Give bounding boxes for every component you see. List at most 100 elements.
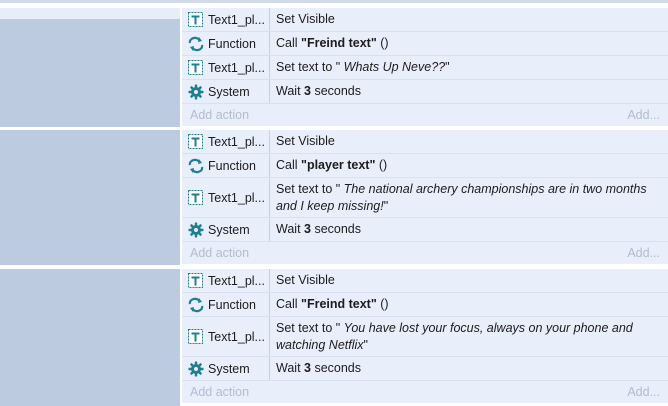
action-text-content: Set text to " The national archery champ…	[276, 181, 662, 215]
action-text-segment: Set text to "	[276, 320, 344, 335]
event-actions: Text1_pl... Set Visible Function Call "p…	[182, 130, 668, 264]
action-row[interactable]: Function Call "Freind text" ()	[182, 293, 668, 317]
event-condition-area[interactable]	[0, 8, 180, 127]
action-text-content: Set Visible	[276, 272, 335, 289]
action-text-content: Set Visible	[276, 133, 335, 150]
action-param-bold: 3	[304, 222, 311, 236]
action-object: Text1_pl...	[182, 8, 270, 31]
action-text-content: Call "Freind text" ()	[276, 35, 389, 52]
text-object-icon	[187, 133, 204, 150]
event-block-2: Text1_pl... Set Visible Function Call "p…	[0, 130, 668, 265]
system-gear-icon	[187, 360, 204, 377]
event-block-1: Text1_pl... Set Visible Function Call "F…	[0, 8, 668, 127]
action-text-segment: Call	[276, 297, 302, 311]
action-object: System	[182, 357, 270, 380]
action-text-content: Set text to " You have lost your focus, …	[276, 320, 662, 354]
action-text-segment: Set text to "	[276, 60, 344, 74]
action-row[interactable]: Function Call "player text" ()	[182, 154, 668, 178]
action-param-bold: "player text"	[301, 158, 376, 172]
action-text-segment: Wait	[276, 84, 305, 98]
action-object-name: Function	[208, 297, 256, 312]
function-icon	[187, 35, 204, 52]
action-row[interactable]: Text1_pl... Set text to " The national a…	[182, 178, 668, 218]
action-text-segment: Set Visible	[276, 273, 335, 287]
action-object: Function	[182, 32, 270, 55]
add-action-row: Add action Add...	[182, 242, 668, 264]
text-object-icon	[187, 328, 204, 345]
add-action-link[interactable]: Add action	[190, 385, 249, 399]
action-text-content: Call "Freind text" ()	[276, 296, 389, 313]
action-row[interactable]: Text1_pl... Set Visible	[182, 269, 668, 293]
text-object-icon	[187, 59, 204, 76]
action-object-name: Text1_pl...	[208, 329, 265, 344]
action-object: Text1_pl...	[182, 269, 270, 292]
action-row[interactable]: Text1_pl... Set text to " Whats Up Neve?…	[182, 56, 668, 80]
action-object: System	[182, 80, 270, 103]
action-object: Text1_pl...	[182, 317, 270, 356]
text-object-icon	[187, 11, 204, 28]
action-text: Set text to " The national archery champ…	[270, 178, 668, 217]
action-row[interactable]: Text1_pl... Set Visible	[182, 8, 668, 32]
action-object: Function	[182, 293, 270, 316]
action-text: Set Visible	[270, 269, 668, 292]
event-condition-area[interactable]	[0, 130, 180, 265]
text-object-icon	[187, 272, 204, 289]
event-block-3: Text1_pl... Set Visible Function Call "F…	[0, 269, 668, 406]
action-object: Text1_pl...	[182, 56, 270, 79]
action-object-name: System	[208, 361, 250, 376]
action-object-name: Text1_pl...	[208, 12, 265, 27]
action-param-bold: 3	[304, 84, 311, 98]
action-row[interactable]: System Wait 3 seconds	[182, 80, 668, 104]
top-divider	[0, 0, 668, 3]
add-more-link[interactable]: Add...	[627, 108, 660, 122]
action-text: Call "Freind text" ()	[270, 32, 668, 55]
action-text-segment: Wait	[276, 361, 305, 375]
action-param-italic: Whats Up Neve??	[343, 60, 446, 74]
action-text: Call "Freind text" ()	[270, 293, 668, 316]
action-text: Set text to " You have lost your focus, …	[270, 317, 668, 356]
action-text-content: Wait 3 seconds	[276, 360, 361, 377]
action-text-segment: "	[363, 337, 368, 352]
action-text-segment: seconds	[310, 222, 361, 236]
action-object-name: Text1_pl...	[208, 190, 265, 205]
action-text: Set text to " Whats Up Neve??"	[270, 56, 668, 79]
action-row[interactable]: Function Call "Freind text" ()	[182, 32, 668, 56]
action-row[interactable]: Text1_pl... Set Visible	[182, 130, 668, 154]
add-more-link[interactable]: Add...	[627, 246, 660, 260]
action-text-segment: "	[383, 198, 389, 213]
add-more-link[interactable]: Add...	[627, 385, 660, 399]
action-object-name: System	[208, 222, 250, 237]
action-text-segment: Set Visible	[276, 12, 335, 26]
condition-highlight	[0, 8, 180, 19]
action-text-segment: ()	[376, 36, 389, 50]
action-object: Text1_pl...	[182, 178, 270, 217]
action-text-segment: ()	[376, 297, 389, 311]
add-action-link[interactable]: Add action	[190, 246, 249, 260]
add-action-link[interactable]: Add action	[190, 108, 249, 122]
action-text: Wait 3 seconds	[270, 80, 668, 103]
action-object: Function	[182, 154, 270, 177]
event-actions: Text1_pl... Set Visible Function Call "F…	[182, 269, 668, 403]
action-text: Set Visible	[270, 130, 668, 153]
action-text-segment: Set Visible	[276, 134, 335, 148]
action-text-segment: Set text to "	[276, 181, 344, 196]
action-text-segment: Call	[276, 36, 302, 50]
action-text: Set Visible	[270, 8, 668, 31]
action-object-name: Text1_pl...	[208, 60, 265, 75]
add-action-row: Add action Add...	[182, 104, 668, 126]
action-object: System	[182, 218, 270, 241]
action-text-content: Set Visible	[276, 11, 335, 28]
action-row[interactable]: System Wait 3 seconds	[182, 357, 668, 381]
action-text-content: Wait 3 seconds	[276, 221, 361, 238]
action-text-segment: "	[445, 60, 450, 74]
action-param-bold: "Freind text"	[301, 297, 377, 311]
action-row[interactable]: Text1_pl... Set text to " You have lost …	[182, 317, 668, 357]
system-gear-icon	[187, 83, 204, 100]
system-gear-icon	[187, 221, 204, 238]
event-condition-area[interactable]	[0, 269, 180, 406]
function-icon	[187, 296, 204, 313]
action-text: Wait 3 seconds	[270, 218, 668, 241]
action-row[interactable]: System Wait 3 seconds	[182, 218, 668, 242]
action-text-content: Call "player text" ()	[276, 157, 387, 174]
action-text-segment: seconds	[310, 361, 361, 375]
